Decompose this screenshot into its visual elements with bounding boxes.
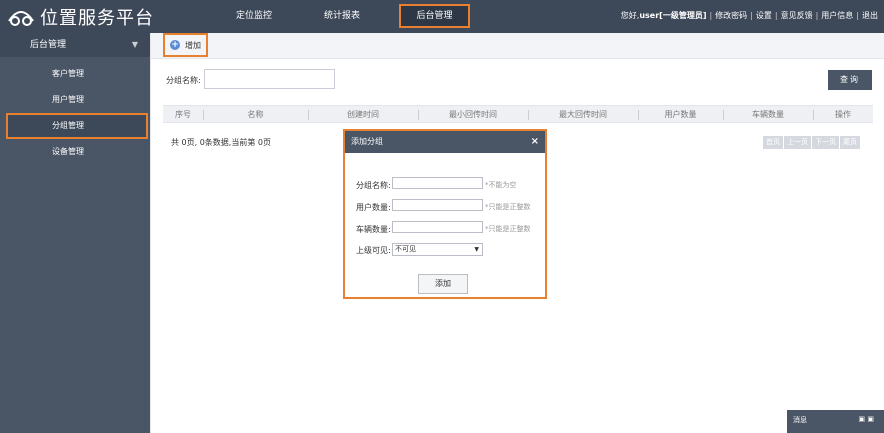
- feedback-link[interactable]: 意见反馈: [781, 11, 813, 20]
- greeting-text: 您好,: [620, 11, 640, 20]
- sidebar-item-device[interactable]: 设备管理: [6, 139, 148, 165]
- user-count-hint: *只能是正整数: [485, 203, 531, 211]
- top-bar: 位置服务平台 定位监控 统计报表 后台管理 您好,user[一级管理员] | 修改密…: [0, 0, 884, 33]
- group-name-search-input[interactable]: [204, 69, 335, 89]
- logo: 位置服务平台: [6, 5, 154, 29]
- column-header: 用户数量: [664, 110, 697, 119]
- toolbar: + 增加: [151, 33, 884, 59]
- window-icon[interactable]: ▣ ▣: [859, 415, 874, 423]
- message-bar[interactable]: 消息 ▣ ▣: [787, 410, 884, 433]
- visibility-value: 不可见: [395, 245, 416, 253]
- first-page-button[interactable]: 首页: [763, 136, 783, 149]
- pager: 首页 上一页 下一页 尾页: [762, 136, 860, 149]
- dialog-add-button[interactable]: 添加: [418, 274, 468, 294]
- nav-location-monitor[interactable]: 定位监控: [228, 4, 280, 28]
- visibility-select[interactable]: 不可见 ▼: [392, 243, 483, 256]
- user-count-label: 用户数量:: [356, 203, 391, 212]
- plus-icon: +: [170, 40, 180, 50]
- column-header: 最小回传时间: [449, 110, 497, 119]
- search-label: 分组名称:: [166, 76, 201, 85]
- user-bar: 您好,user[一级管理员] | 修改密码 | 设置 | 意见反馈 | 用户信息 | 退出: [620, 11, 878, 20]
- dropdown-arrow-icon: ▼: [474, 246, 479, 253]
- sidebar-item-customer[interactable]: 客户管理: [6, 61, 148, 87]
- message-label: 消息: [793, 416, 807, 424]
- dialog-title: 添加分组 ×: [345, 131, 545, 153]
- logout-link[interactable]: 退出: [862, 11, 878, 20]
- chevron-down-icon: ▼: [131, 40, 138, 49]
- app-title: 位置服务平台: [40, 8, 154, 29]
- add-group-button[interactable]: + 增加: [163, 33, 208, 57]
- group-name-hint: *不能为空: [485, 181, 517, 189]
- nav-statistics-report[interactable]: 统计报表: [316, 4, 368, 28]
- column-header: 创建时间: [347, 110, 379, 119]
- last-page-button[interactable]: 尾页: [840, 136, 860, 149]
- sidebar: 后台管理 ▼ 客户管理 用户管理 分组管理 设备管理: [0, 33, 150, 433]
- paging-info: 共 0页, 0条数据,当前第 0页: [171, 138, 271, 147]
- visibility-label: 上级可见:: [356, 246, 391, 255]
- page: 位置服务平台 定位监控 统计报表 后台管理 您好,user[一级管理员] | 修改密…: [0, 0, 884, 433]
- logo-car-icon: [8, 11, 34, 26]
- vehicle-count-field[interactable]: [392, 221, 483, 233]
- table-header: 序号 名称 创建时间 最小回传时间 最大回传时间 用户数量 车辆数量 操作: [163, 105, 873, 123]
- sidebar-item-group[interactable]: 分组管理: [6, 113, 148, 139]
- dialog-title-text: 添加分组: [351, 137, 383, 146]
- column-header: 最大回传时间: [559, 110, 607, 119]
- sidebar-item-user[interactable]: 用户管理: [6, 87, 148, 113]
- column-header: 车辆数量: [752, 110, 784, 119]
- nav-backend-management[interactable]: 后台管理: [399, 4, 470, 28]
- column-header: 操作: [835, 110, 851, 119]
- user-count-field[interactable]: [392, 199, 483, 211]
- close-icon[interactable]: ×: [531, 131, 539, 153]
- group-name-label: 分组名称:: [356, 181, 391, 190]
- query-button[interactable]: 查询: [828, 70, 872, 90]
- add-button-label: 增加: [185, 40, 201, 50]
- column-header: 序号: [175, 110, 191, 119]
- add-group-dialog: 添加分组 × 分组名称: *不能为空 用户数量: *只能是正整数 车辆数量: *…: [343, 129, 547, 299]
- user-info-link[interactable]: 用户信息: [821, 11, 853, 20]
- column-header: 名称: [247, 110, 264, 119]
- sidebar-header-label: 后台管理: [30, 40, 67, 50]
- user-name: user[一级管理员]: [639, 11, 707, 20]
- vehicle-count-label: 车辆数量:: [356, 225, 391, 234]
- vehicle-count-hint: *只能是正整数: [485, 225, 531, 233]
- sidebar-header[interactable]: 后台管理 ▼: [0, 33, 150, 57]
- next-page-button[interactable]: 下一页: [812, 136, 839, 149]
- change-password-link[interactable]: 修改密码: [715, 11, 747, 20]
- prev-page-button[interactable]: 上一页: [784, 136, 811, 149]
- group-name-field[interactable]: [392, 177, 483, 189]
- settings-link[interactable]: 设置: [756, 11, 772, 20]
